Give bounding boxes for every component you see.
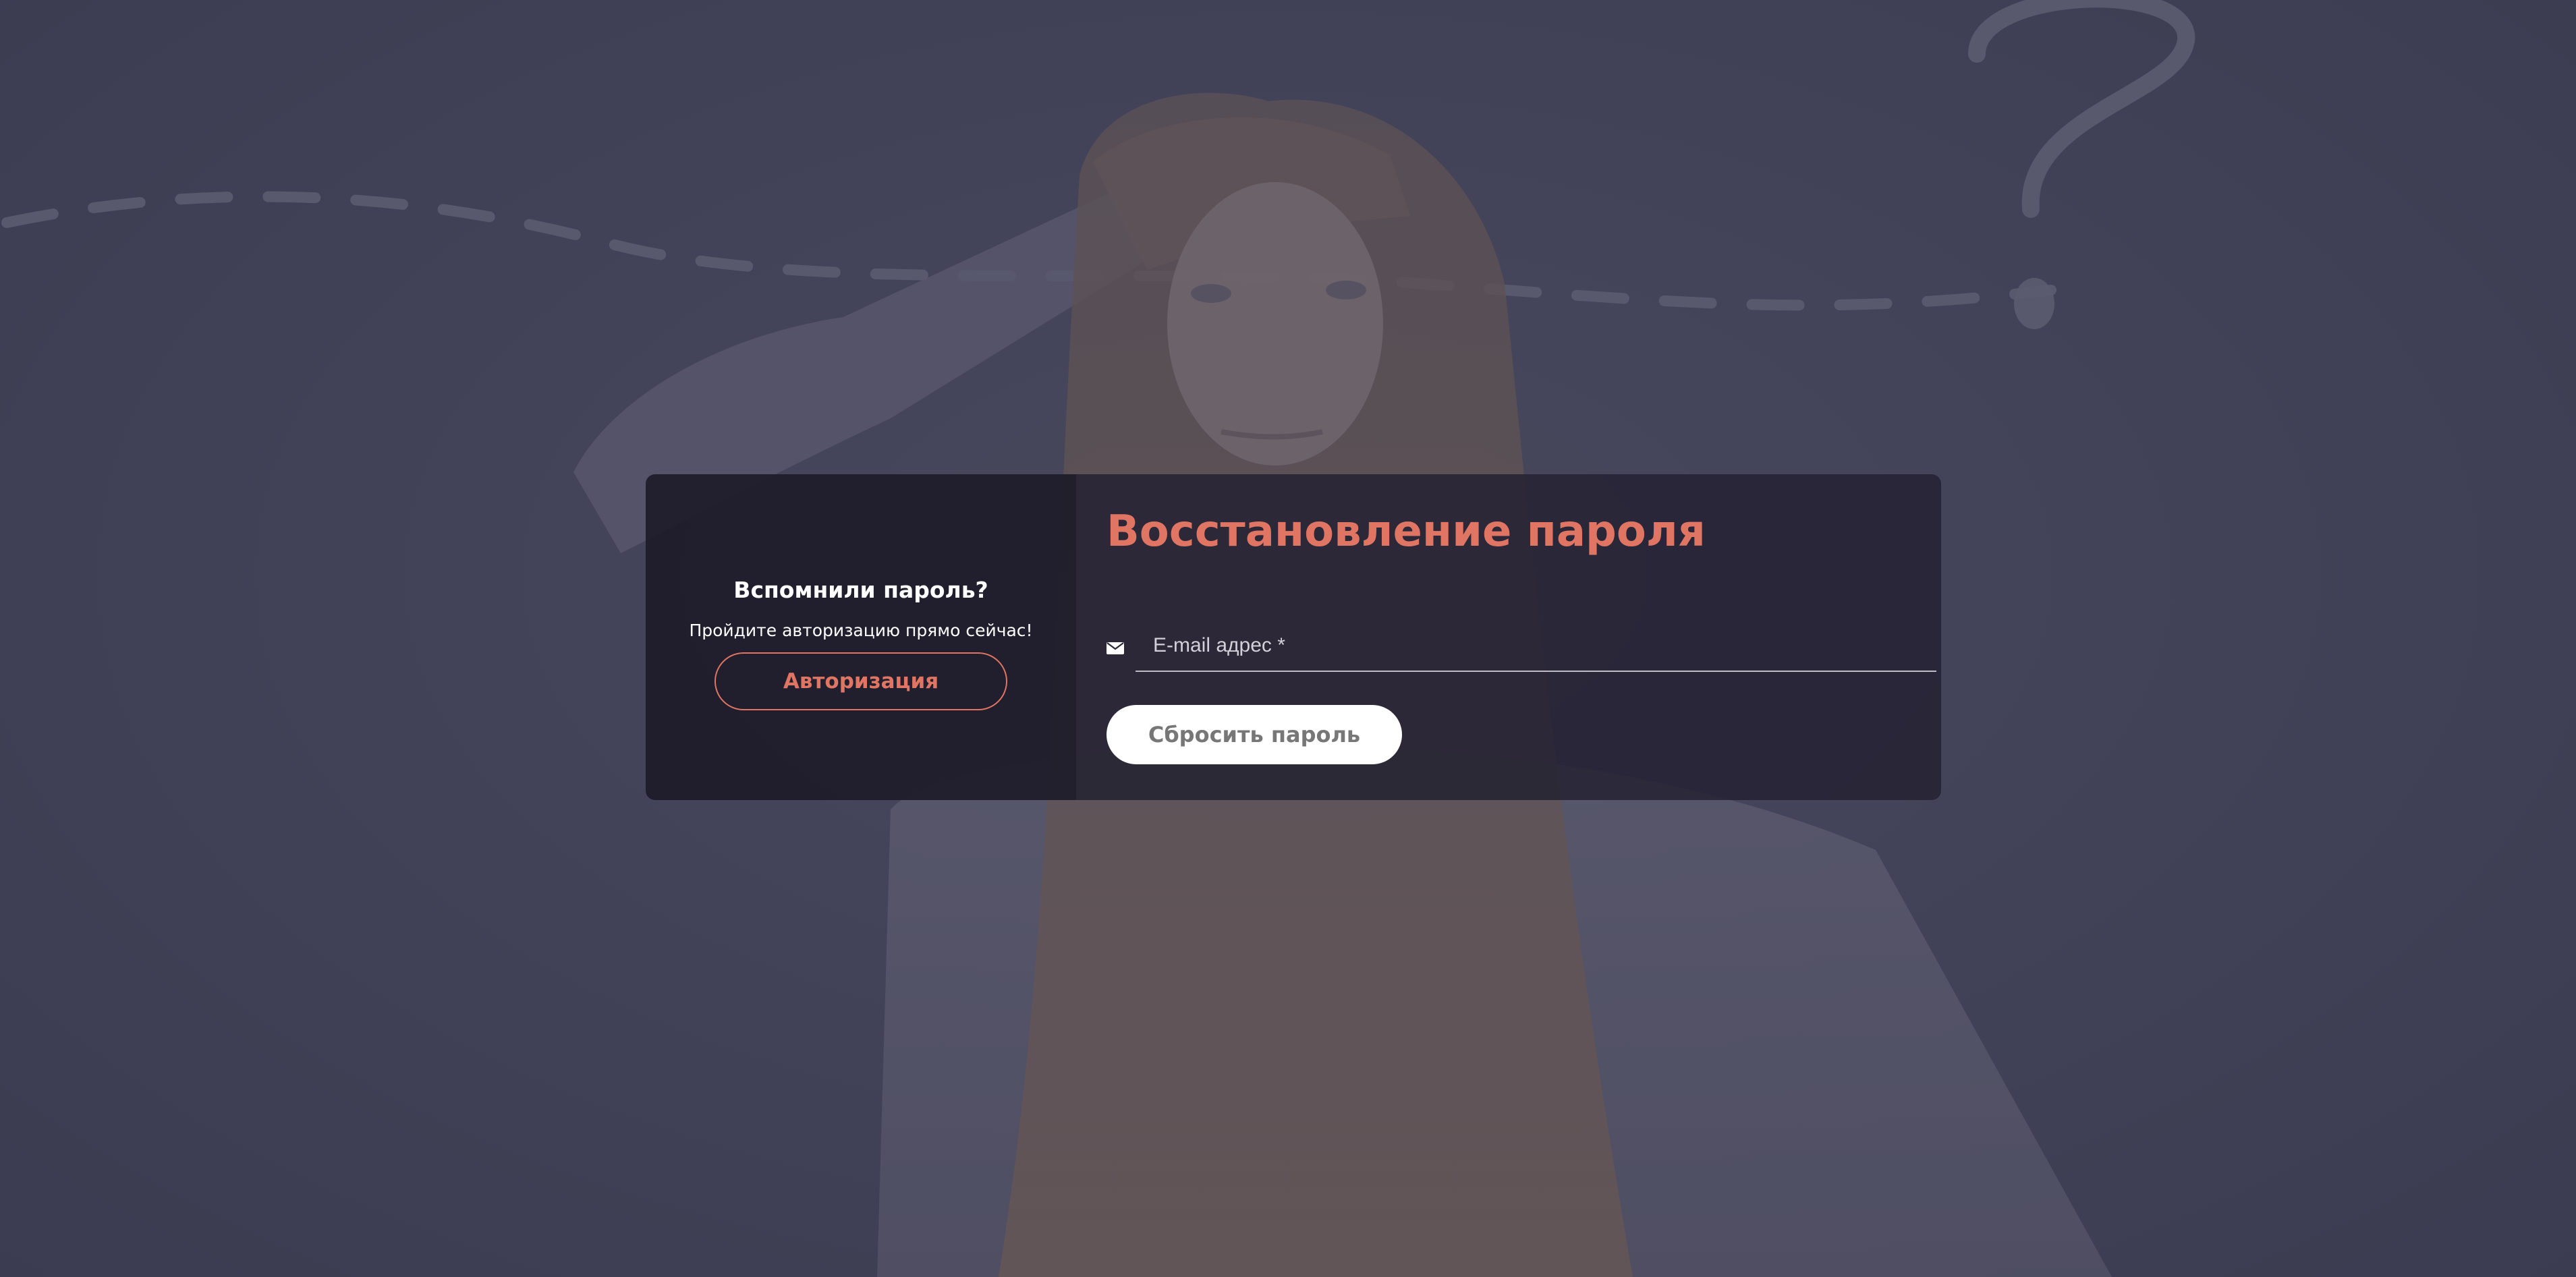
page-title: Восстановление пароля [1107,507,1706,557]
email-field-wrapper [1136,623,1936,672]
email-input[interactable] [1136,623,1936,668]
recall-title: Вспомнили пароль? [733,576,988,603]
password-recovery-dialog: Вспомнили пароль? Пройдите авторизацию п… [646,474,1941,800]
page: Вспомнили пароль? Пройдите авторизацию п… [0,0,2576,1277]
recall-panel: Вспомнили пароль? Пройдите авторизацию п… [646,474,1076,800]
login-button[interactable]: Авторизация [715,652,1007,710]
email-field-row [1107,623,1936,672]
envelope-icon [1107,642,1124,654]
reset-panel: Восстановление пароля Сбросить пароль [1076,474,1941,800]
reset-password-button[interactable]: Сбросить пароль [1107,705,1402,764]
recall-subtitle: Пройдите авторизацию прямо сейчас! [689,620,1033,640]
